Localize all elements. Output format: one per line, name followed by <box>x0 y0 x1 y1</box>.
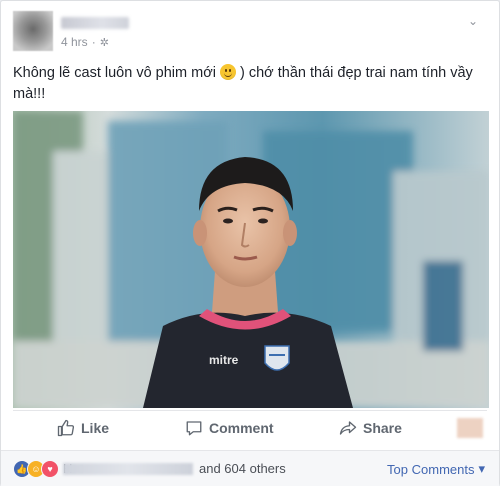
reactions-bar: 👍 ☺ ♥ H and 604 others Top Comments ▾ <box>1 450 499 486</box>
comment-button[interactable]: Comment <box>185 412 274 444</box>
shirt-brand-text: mitre <box>209 353 239 367</box>
comment-icon <box>186 421 202 436</box>
top-comments-dropdown[interactable]: Top Comments ▾ <box>387 461 485 477</box>
smile-emoji-icon <box>219 64 236 80</box>
post-card: 4 hrs · ✲ ⌄ Không lẽ cast luôn vô phim m… <box>0 0 500 486</box>
author-name-blurred[interactable] <box>61 17 129 29</box>
top-comments-label: Top Comments <box>387 461 475 477</box>
thumbs-up-icon <box>57 419 75 437</box>
like-button[interactable]: Like <box>57 412 109 444</box>
caret-down-icon: ▾ <box>478 461 485 476</box>
reactions-count[interactable]: and 604 others <box>199 461 286 476</box>
share-label: Share <box>363 420 402 436</box>
meta-separator: · <box>91 35 96 49</box>
player-photo: mitre <box>13 111 489 408</box>
post-text: Không lẽ cast luôn vô phim mới ) chớ thầ… <box>13 63 479 105</box>
post-actions: Like Comment Share <box>13 412 489 444</box>
share-icon <box>339 421 357 435</box>
friend-name-blurred[interactable] <box>63 463 193 475</box>
share-button[interactable]: Share <box>339 412 402 444</box>
author-avatar[interactable] <box>13 11 53 51</box>
love-reaction-icon: ♥ <box>41 460 59 478</box>
divider <box>13 410 487 411</box>
viewer-avatar[interactable] <box>457 418 483 438</box>
globe-icon: ✲ <box>99 36 109 49</box>
post-photo[interactable]: mitre <box>13 111 489 408</box>
post-timestamp[interactable]: 4 hrs <box>61 35 88 49</box>
post-header: 4 hrs · ✲ ⌄ <box>13 11 483 53</box>
post-meta: 4 hrs · ✲ <box>61 35 109 49</box>
chevron-down-icon[interactable]: ⌄ <box>465 13 481 29</box>
reaction-icons[interactable]: 👍 ☺ ♥ <box>13 460 59 478</box>
comment-label: Comment <box>209 420 274 436</box>
post-text-part-1: Không lẽ cast luôn vô phim mới <box>13 65 216 81</box>
like-label: Like <box>81 420 110 436</box>
